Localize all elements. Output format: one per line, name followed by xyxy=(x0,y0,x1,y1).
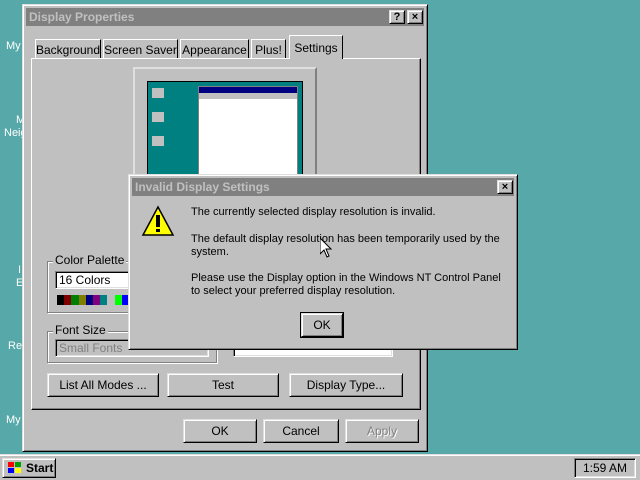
color-swatch xyxy=(114,295,122,305)
list-all-modes-button[interactable]: List All Modes ... xyxy=(47,373,159,397)
mouse-cursor-icon xyxy=(320,238,332,258)
dialog-titlebar[interactable]: Invalid Display Settings xyxy=(132,178,514,196)
help-icon: ? xyxy=(393,11,401,23)
color-swatch xyxy=(71,295,79,305)
mini-desktop-icon xyxy=(152,112,164,122)
mini-control-panel xyxy=(198,86,298,182)
dialog-message-3: Please use the Display option in the Win… xyxy=(191,272,501,297)
font-size-label: Font Size xyxy=(53,323,108,337)
font-size-value: Small Fonts xyxy=(59,341,123,355)
mini-menubar xyxy=(199,93,297,99)
tab-label: Screen Saver xyxy=(104,42,177,57)
button-label: OK xyxy=(313,318,331,332)
color-palette-select[interactable]: 16 Colors xyxy=(55,271,133,289)
color-swatch xyxy=(100,295,108,305)
mini-desktop-icon xyxy=(152,136,164,146)
start-button[interactable]: Start xyxy=(2,458,56,478)
dialog-ok-button[interactable]: OK xyxy=(300,312,344,338)
dialog-close-button[interactable]: × xyxy=(497,180,513,194)
dialog-message-1: The currently selected display resolutio… xyxy=(191,206,436,218)
desktop-icon-label[interactable]: Re xyxy=(8,340,22,352)
windows-logo-icon xyxy=(8,462,21,473)
display-type-button[interactable]: Display Type... xyxy=(289,373,403,397)
mini-desktop-icon xyxy=(152,88,164,98)
tab-settings[interactable]: Settings xyxy=(289,35,343,59)
tab-label: Background xyxy=(35,42,101,57)
color-swatch xyxy=(78,295,86,305)
button-label: OK xyxy=(211,424,229,438)
tab-background[interactable]: Background xyxy=(35,39,101,59)
dialog-message-2: The default display resolution has been … xyxy=(191,233,500,258)
dialog-title: Invalid Display Settings xyxy=(135,180,270,194)
tab-label: Appearance xyxy=(182,42,247,57)
button-label: Display Type... xyxy=(306,378,386,392)
close-button[interactable]: × xyxy=(407,10,423,24)
desktop-icon-label[interactable]: I xyxy=(18,264,21,276)
cancel-button[interactable]: Cancel xyxy=(263,419,339,443)
help-button[interactable]: ? xyxy=(389,10,405,24)
color-swatch xyxy=(57,295,65,305)
tab-label: Settings xyxy=(294,40,338,55)
color-palette-label: Color Palette xyxy=(53,253,127,267)
tab-screen-saver[interactable]: Screen Saver xyxy=(103,39,178,59)
invalid-settings-dialog: Invalid Display Settings × The currently… xyxy=(128,174,518,350)
test-button[interactable]: Test xyxy=(167,373,279,397)
ok-button[interactable]: OK xyxy=(183,419,257,443)
window-title: Display Properties xyxy=(29,10,135,24)
clock-time: 1:59 AM xyxy=(582,461,628,475)
apply-button[interactable]: Apply xyxy=(345,419,419,443)
monitor-screen xyxy=(147,81,303,189)
window-titlebar[interactable]: Display Properties xyxy=(26,8,424,26)
color-swatch xyxy=(85,295,94,305)
tab-appearance[interactable]: Appearance xyxy=(180,39,249,59)
taskbar: Start 1:59 AM xyxy=(0,454,640,480)
tab-label: Plus! xyxy=(255,42,282,57)
button-label: List All Modes ... xyxy=(59,378,147,392)
desktop-icon-label[interactable]: My xyxy=(6,414,21,426)
close-icon: × xyxy=(501,181,509,193)
color-swatch xyxy=(93,295,101,305)
close-icon: × xyxy=(411,11,419,23)
warning-icon xyxy=(141,205,175,236)
start-label: Start xyxy=(26,461,54,475)
button-label: Cancel xyxy=(282,424,320,438)
button-label: Apply xyxy=(366,424,398,438)
color-palette-value: 16 Colors xyxy=(59,273,111,287)
desktop-icon-label[interactable]: My xyxy=(6,40,21,52)
tab-plus[interactable]: Plus! xyxy=(251,39,286,59)
color-swatch xyxy=(64,295,72,305)
button-label: Test xyxy=(211,378,234,392)
color-swatch xyxy=(107,295,115,305)
color-swatch-strip xyxy=(57,295,130,305)
system-clock[interactable]: 1:59 AM xyxy=(574,458,636,478)
